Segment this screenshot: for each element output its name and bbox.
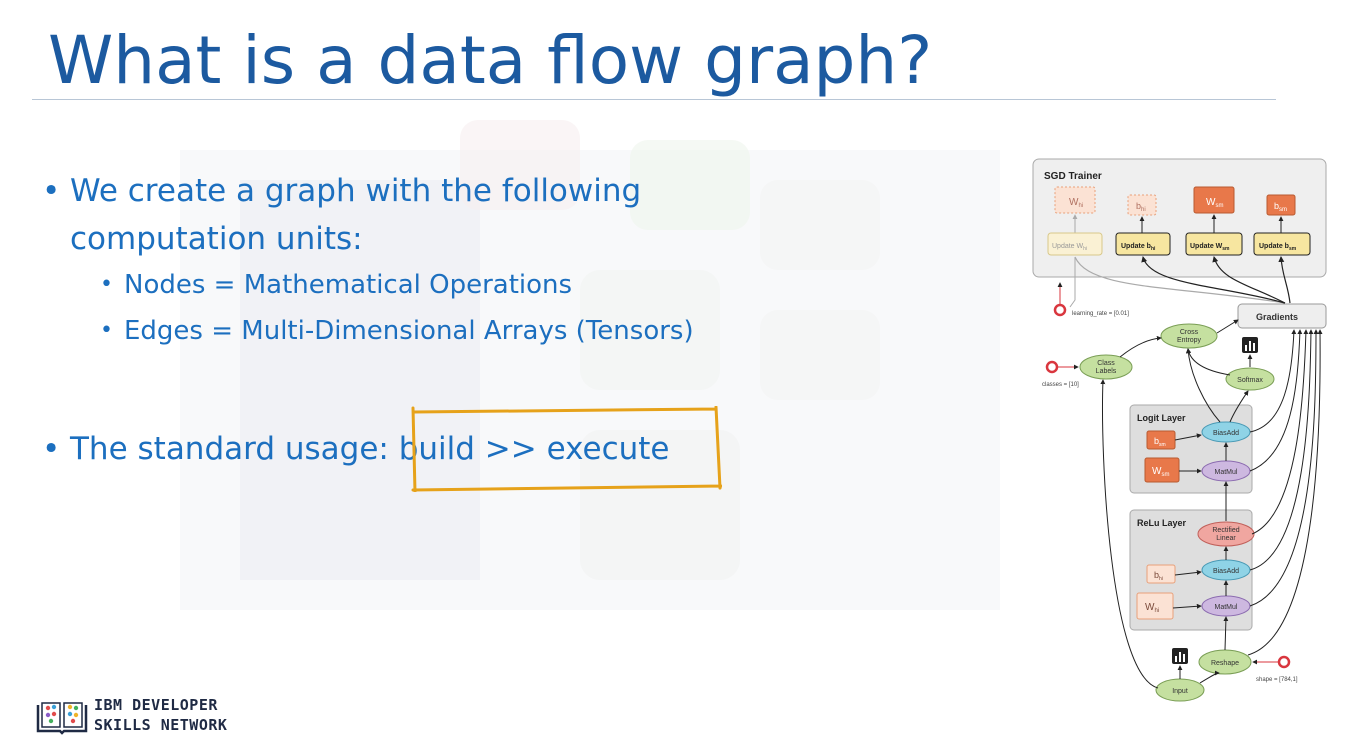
cross-entropy-node: Cross Entropy bbox=[1160, 323, 1218, 349]
relu-line1: Rectified bbox=[1212, 527, 1239, 534]
class-labels-node: Class Labels bbox=[1079, 354, 1133, 380]
relu-biasadd-label: BiasAdd bbox=[1213, 568, 1239, 575]
update-b-hi: Update bhi bbox=[1115, 232, 1171, 256]
relu-b-param: bhi bbox=[1146, 564, 1176, 584]
bullet-dot: • bbox=[100, 318, 113, 343]
update-w-hi: Update Whi bbox=[1047, 232, 1103, 256]
slide-title: What is a data flow graph? bbox=[48, 22, 933, 99]
cross-entropy-line1: Cross bbox=[1180, 329, 1199, 336]
logit-layer-title: Logit Layer bbox=[1137, 413, 1186, 423]
sgd-trainer-title: SGD Trainer bbox=[1044, 171, 1102, 182]
logit-w-param: Wsm bbox=[1144, 457, 1180, 483]
logo-line-1: IBM DEVELOPER bbox=[94, 696, 218, 714]
gradients-label: Gradients bbox=[1256, 312, 1298, 322]
sgd-trainer-panel: SGD Trainer Whi bhi Wsm bsm Update Whi U… bbox=[1032, 158, 1327, 278]
update-b-sm: Update bsm bbox=[1253, 232, 1311, 256]
book-logo-icon bbox=[36, 702, 88, 735]
reshape-label: Reshape bbox=[1211, 660, 1239, 667]
input-label: Input bbox=[1172, 688, 1188, 695]
bullet-sub-edges-text: Edges = Multi-Dimensional Arrays (Tensor… bbox=[124, 316, 694, 346]
param-w-hi: Whi bbox=[1054, 186, 1096, 214]
shape-label: shape = [784,1] bbox=[1256, 677, 1298, 683]
input-node: Input bbox=[1155, 678, 1205, 702]
logo-text: IBM DEVELOPER SKILLS NETWORK bbox=[94, 695, 227, 735]
class-labels-line1: Class bbox=[1097, 360, 1115, 367]
logit-b-param: bsm bbox=[1146, 430, 1176, 450]
logit-matmul-label: MatMul bbox=[1215, 469, 1238, 476]
summary-icon-top bbox=[1242, 337, 1258, 353]
bullet-dot: • bbox=[100, 272, 113, 297]
classes-label: classes = [10] bbox=[1042, 382, 1079, 388]
softmax-node: Softmax bbox=[1225, 367, 1275, 391]
update-w-sm: Update Wsm bbox=[1185, 232, 1243, 256]
logit-biasadd-node: BiasAdd bbox=[1201, 421, 1251, 443]
relu-matmul-label: MatMul bbox=[1215, 604, 1238, 611]
cross-entropy-line2: Entropy bbox=[1177, 337, 1202, 344]
reshape-node: Reshape bbox=[1198, 649, 1252, 675]
shape-input: shape = [784,1] bbox=[1252, 655, 1298, 683]
relu-matmul-node: MatMul bbox=[1201, 595, 1251, 617]
relu-line2: Linear bbox=[1216, 535, 1236, 542]
relu-biasadd-node: BiasAdd bbox=[1201, 559, 1251, 581]
bullet-dot: • bbox=[42, 431, 61, 467]
logit-biasadd-label: BiasAdd bbox=[1213, 430, 1239, 437]
logit-matmul-node: MatMul bbox=[1201, 460, 1251, 482]
logo-line-2: SKILLS NETWORK bbox=[94, 716, 228, 734]
param-b-sm: bsm bbox=[1266, 194, 1296, 216]
param-w-sm: Wsm bbox=[1193, 186, 1235, 214]
relu-layer-panel: ReLu Layer Rectified Linear bhi Whi Bias… bbox=[1129, 509, 1255, 631]
rectified-linear-node: Rectified Linear bbox=[1197, 521, 1255, 547]
gradients-node: Gradients bbox=[1237, 303, 1327, 329]
softmax-label: Softmax bbox=[1237, 377, 1263, 384]
param-b-hi: bhi bbox=[1127, 194, 1157, 216]
bullet-sub-nodes-text: Nodes = Mathematical Operations bbox=[124, 270, 573, 300]
title-divider bbox=[32, 99, 1276, 100]
highlight-box bbox=[411, 406, 722, 492]
summary-icon-bottom bbox=[1172, 648, 1188, 664]
learning-rate-label: learning_rate = [0.01] bbox=[1072, 311, 1129, 317]
ibm-logo: IBM DEVELOPER SKILLS NETWORK bbox=[34, 695, 264, 739]
bullet-main-text: We create a graph with the following com… bbox=[70, 173, 642, 257]
relu-w-param: Whi bbox=[1136, 592, 1174, 620]
relu-layer-title: ReLu Layer bbox=[1137, 518, 1187, 528]
class-labels-line2: Labels bbox=[1096, 368, 1117, 375]
bullet-dot: • bbox=[42, 173, 61, 209]
data-flow-graph-diagram: SGD Trainer Whi bhi Wsm bsm Update Whi U… bbox=[1032, 158, 1327, 702]
classes-input: classes = [10] bbox=[1042, 360, 1079, 388]
logit-layer-panel: Logit Layer bsm Wsm BiasAdd MatMul bbox=[1129, 404, 1253, 494]
